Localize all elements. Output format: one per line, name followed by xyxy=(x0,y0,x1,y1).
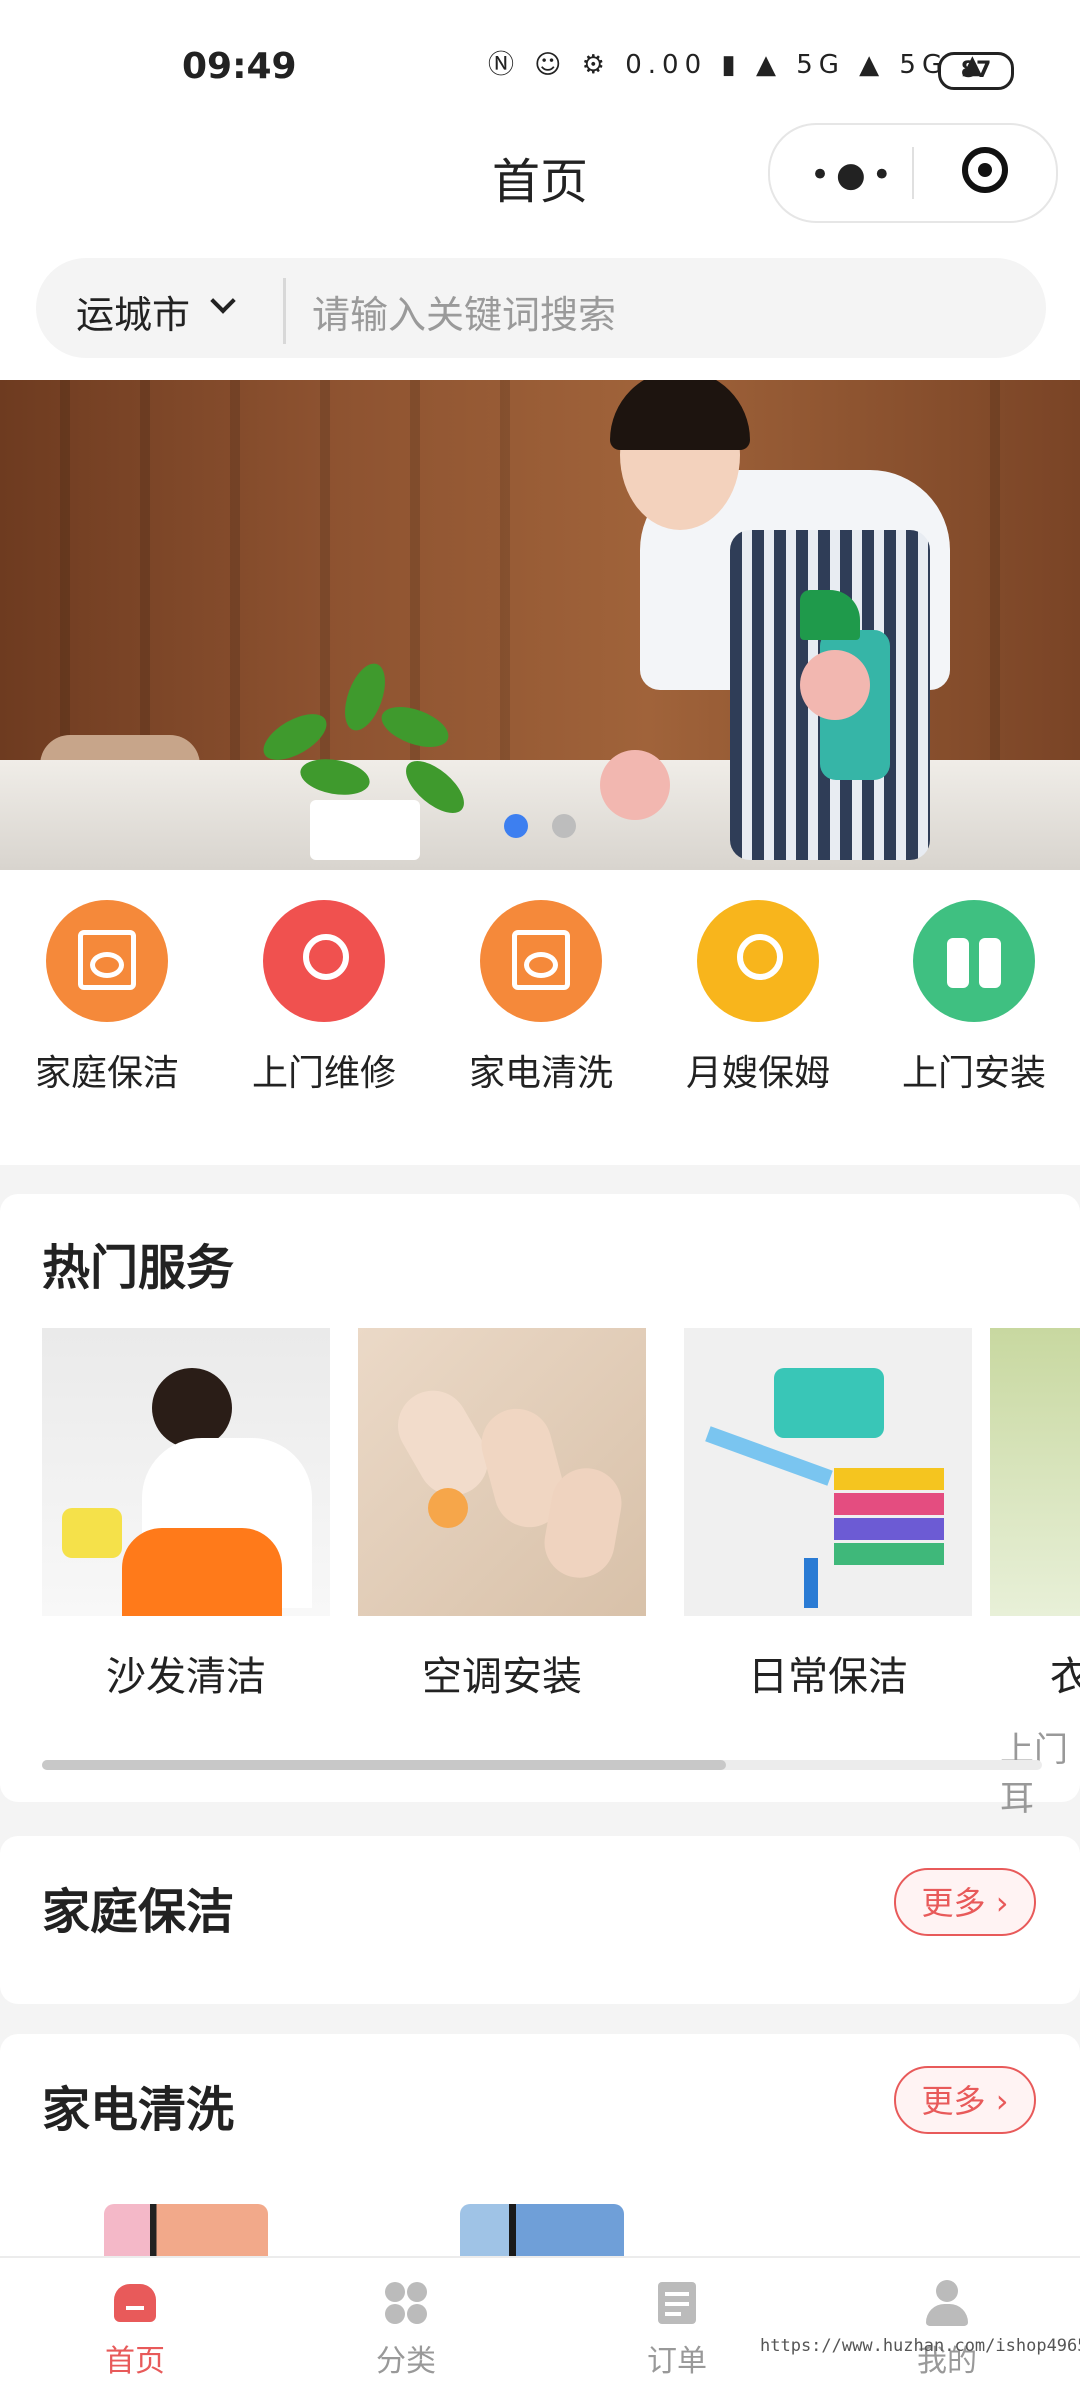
washer-icon xyxy=(46,900,168,1022)
user-icon xyxy=(924,2280,970,2326)
hot-services-title: 热门服务 xyxy=(42,1240,235,1296)
more-label: 更多 xyxy=(921,1884,986,1922)
service-item[interactable]: 空调安装 xyxy=(358,1328,646,1702)
tab-category[interactable]: 分类 xyxy=(326,2270,486,2380)
section-title: 家电清洗 xyxy=(42,2082,235,2138)
tab-orders[interactable]: 订单 xyxy=(597,2270,757,2380)
tab-profile[interactable]: 我的 xyxy=(867,2270,1027,2380)
wood-stripe xyxy=(140,380,150,780)
more-label: 更多 xyxy=(921,2082,986,2120)
net-speed: 0.00 xyxy=(625,50,708,80)
category-item[interactable]: 家电清洗 xyxy=(451,900,631,1096)
watermark: https://www.huzhan.com/ishop49653 xyxy=(760,2336,1080,2356)
home-icon xyxy=(112,2280,158,2326)
status-time: 09:49 xyxy=(182,46,297,87)
service-image xyxy=(684,1328,972,1616)
tab-label: 分类 xyxy=(376,2344,436,2379)
section-title: 家庭保洁 xyxy=(42,1884,235,1940)
product-image[interactable] xyxy=(104,2204,268,2256)
tab-label: 首页 xyxy=(105,2344,165,2379)
category-label: 月嫂保姆 xyxy=(685,1053,830,1094)
status-icons: Ⓝ ☺ ⚙ 0.00 ▮ ▲ 5G ▲ 5G ▲ xyxy=(488,50,989,80)
service-name: 沙发清洁 xyxy=(106,1654,266,1700)
service-item[interactable]: 日常保洁 xyxy=(684,1328,972,1702)
mini-program-capsule: •●• xyxy=(768,123,1058,223)
scroll-indicator[interactable] xyxy=(42,1760,726,1770)
more-dots-icon[interactable]: •●• xyxy=(810,155,898,195)
category-grid-icon xyxy=(383,2280,429,2326)
search-divider xyxy=(283,278,286,344)
service-image xyxy=(42,1328,330,1616)
banner-person-hair xyxy=(610,380,750,450)
category-item[interactable]: 上门安装 xyxy=(884,900,1064,1096)
service-name: 空调安装 xyxy=(422,1654,582,1700)
battery-icon: 87 xyxy=(938,52,1014,90)
wood-stripe xyxy=(990,380,1000,780)
city-selector[interactable]: 运城市 xyxy=(76,284,190,339)
washer-icon xyxy=(480,900,602,1022)
product-image[interactable] xyxy=(460,2204,624,2256)
service-image xyxy=(990,1328,1080,1616)
service-item[interactable]: 衣 xyxy=(990,1328,1080,1702)
target-circle-icon[interactable] xyxy=(962,147,1008,193)
category-label: 家庭保洁 xyxy=(34,1053,179,1094)
wood-stripe xyxy=(60,380,70,780)
carousel-dot-active[interactable] xyxy=(504,814,528,838)
search-input[interactable] xyxy=(310,286,1014,344)
order-list-icon xyxy=(654,2280,700,2326)
banner-carousel[interactable] xyxy=(0,380,1080,870)
banner-pot xyxy=(310,800,420,860)
capsule-divider xyxy=(912,147,914,199)
service-sub-label: 上门耳 xyxy=(1000,1730,1068,1819)
category-item[interactable]: 月嫂保姆 xyxy=(668,900,848,1096)
category-label: 上门维修 xyxy=(251,1053,396,1094)
nanny-icon xyxy=(697,900,819,1022)
service-item[interactable]: 沙发清洁 xyxy=(42,1328,330,1702)
carousel-dot[interactable] xyxy=(552,814,576,838)
tools-icon xyxy=(913,900,1035,1022)
more-button[interactable]: 更多 › xyxy=(894,1868,1036,1936)
tab-label: 订单 xyxy=(647,2344,707,2379)
wrench-hand-icon xyxy=(263,900,385,1022)
category-label: 家电清洗 xyxy=(468,1053,613,1094)
service-image xyxy=(358,1328,646,1616)
more-button[interactable]: 更多 › xyxy=(894,2066,1036,2134)
tab-home[interactable]: 首页 xyxy=(55,2270,215,2380)
glove xyxy=(800,650,870,720)
wood-stripe xyxy=(500,380,510,780)
category-item[interactable]: 家庭保洁 xyxy=(17,900,197,1096)
category-label: 上门安装 xyxy=(901,1053,1046,1094)
service-name: 日常保洁 xyxy=(748,1654,908,1700)
glove xyxy=(600,750,670,820)
status-bar: 09:49 Ⓝ ☺ ⚙ 0.00 ▮ ▲ 5G ▲ 5G ▲ 87 xyxy=(0,0,1080,120)
service-name: 衣 xyxy=(1050,1654,1080,1700)
category-item[interactable]: 上门维修 xyxy=(234,900,414,1096)
wood-stripe xyxy=(230,380,240,780)
